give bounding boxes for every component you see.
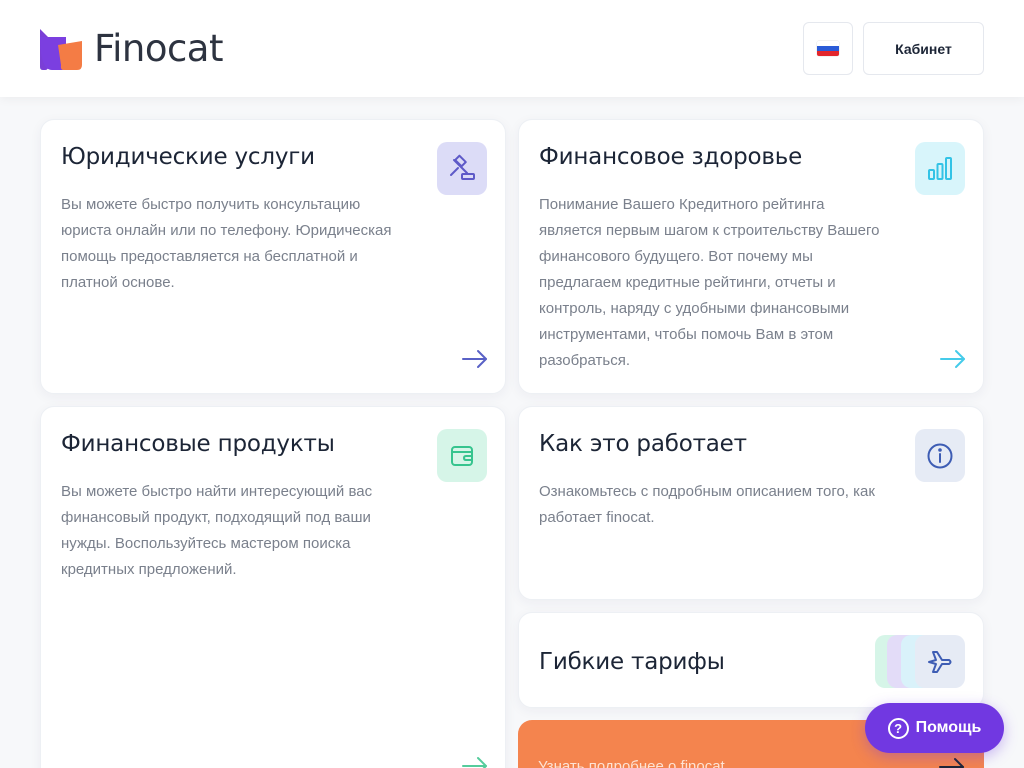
language-selector[interactable] [803, 22, 853, 75]
card-title: Как это работает [539, 431, 747, 457]
legal-services-card[interactable]: Юридические услуги Вы можете быстро полу… [40, 119, 506, 394]
brand-name: Finocat [94, 27, 223, 70]
bar-chart-icon [915, 142, 965, 195]
header: Finocat Кабинет [0, 0, 1024, 97]
how-it-works-card[interactable]: Как это работает Ознакомьтесь с подробны… [518, 406, 984, 600]
arrow-right-icon[interactable] [461, 349, 489, 369]
flexible-tariffs-card[interactable]: Гибкие тарифы [518, 612, 984, 708]
plane-icon [915, 635, 965, 688]
card-title: Юридические услуги [61, 144, 315, 170]
card-title: Финансовые продукты [61, 431, 335, 457]
wallet-icon [437, 429, 487, 482]
card-title: Финансовое здоровье [539, 144, 803, 170]
card-description: Вы можете быстро получить консультацию ю… [61, 196, 392, 291]
learn-more-text: Узнать подробнее о finocat [538, 758, 725, 768]
gavel-icon [437, 142, 487, 195]
help-button[interactable]: ? Помощь [865, 703, 1004, 753]
arrow-right-icon[interactable] [938, 757, 966, 768]
financial-health-card[interactable]: Финансовое здоровье Понимание Вашего Кре… [518, 119, 984, 394]
help-label: Помощь [915, 719, 982, 736]
card-description: Вы можете быстро найти интересующий вас … [61, 483, 373, 578]
russia-flag-icon [817, 41, 839, 56]
card-title: Гибкие тарифы [539, 649, 725, 675]
info-icon [915, 429, 965, 482]
card-description: Ознакомьтесь с подробным описанием того,… [539, 483, 875, 526]
logo[interactable]: Finocat [40, 27, 223, 71]
question-icon: ? [887, 717, 909, 739]
arrow-right-icon[interactable] [939, 349, 967, 369]
card-description: Понимание Вашего Кредитного рейтинга явл… [539, 196, 880, 369]
financial-products-card[interactable]: Финансовые продукты Вы можете быстро най… [40, 406, 506, 768]
arrow-right-icon[interactable] [461, 756, 489, 768]
finocat-cat-icon [40, 29, 82, 70]
cabinet-button[interactable]: Кабинет [863, 22, 984, 75]
